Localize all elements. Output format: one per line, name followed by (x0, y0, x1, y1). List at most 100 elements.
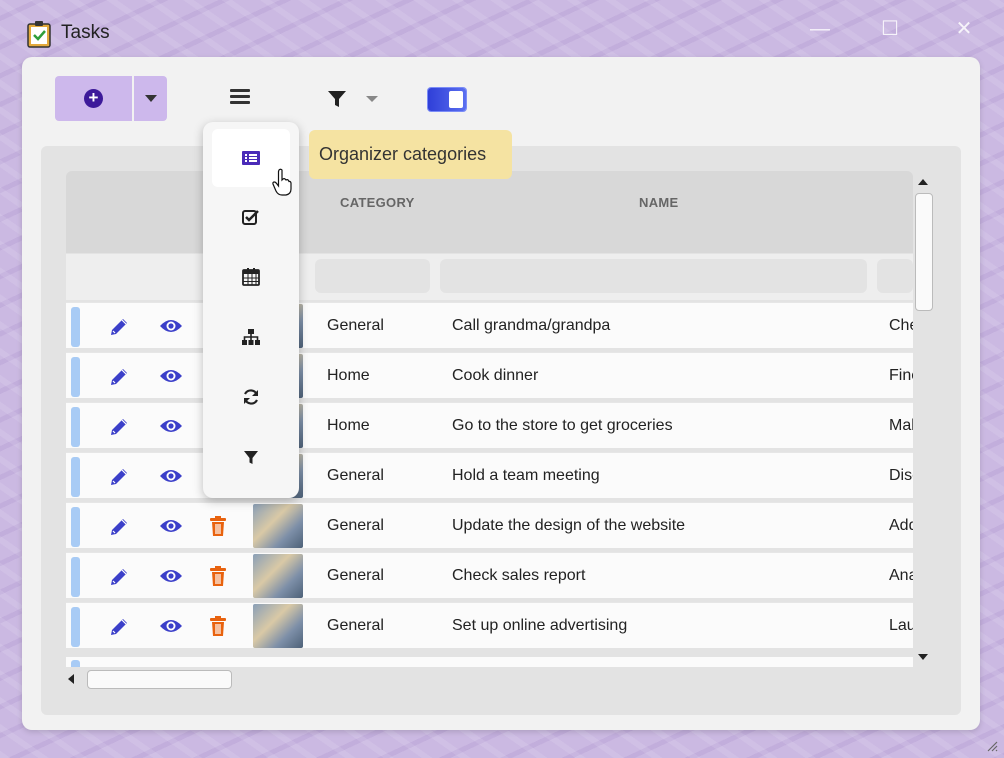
eye-icon[interactable] (159, 517, 183, 535)
filter-icon[interactable] (326, 88, 348, 110)
cell-category: General (327, 317, 384, 334)
vertical-scroll-thumb[interactable] (915, 193, 933, 311)
window-title: Tasks (61, 22, 110, 43)
view-toggle-switch[interactable] (428, 88, 466, 111)
caret-down-icon (366, 96, 378, 102)
cell-description: Fine (889, 367, 913, 384)
popup-item-calendar[interactable] (212, 248, 290, 306)
scroll-up-icon[interactable] (918, 179, 928, 185)
table-row[interactable]: General Call grandma/grandpa Che (66, 302, 913, 348)
horizontal-scrollbar[interactable] (66, 668, 913, 690)
vertical-scrollbar[interactable] (913, 171, 933, 667)
list-icon (242, 151, 260, 165)
row-stripe (71, 457, 80, 497)
caret-down-icon (144, 95, 157, 102)
view-menu-button[interactable] (228, 86, 252, 110)
tooltip: Organizer categories (309, 130, 512, 179)
popup-item-filter[interactable] (212, 428, 290, 486)
title-bar: Tasks — ☐ ✕ (0, 0, 1004, 60)
hamburger-menu-icon (230, 89, 250, 92)
clipboard-check-icon (27, 21, 51, 48)
cell-category: Home (327, 417, 370, 434)
hand-pointer-icon (272, 168, 292, 196)
popup-item-tasks[interactable] (212, 188, 290, 246)
scroll-down-icon[interactable] (918, 654, 928, 660)
cell-description: Mal (889, 417, 913, 434)
cell-name: Hold a team meeting (452, 467, 600, 484)
refresh-icon (243, 389, 259, 405)
row-stripe (71, 357, 80, 397)
cell-name: Update the design of the website (452, 517, 686, 534)
row-stripe (71, 660, 80, 667)
cell-description: Ana (889, 567, 913, 584)
table-row[interactable]: General Check sales report Ana (66, 552, 913, 598)
grid-header (66, 171, 913, 253)
filter-dropdown[interactable] (366, 96, 378, 102)
eye-icon[interactable] (159, 617, 183, 635)
cell-name: Check sales report (452, 567, 586, 584)
cell-name: Cook dinner (452, 367, 539, 384)
cell-category: General (327, 467, 384, 484)
task-thumbnail (253, 554, 303, 598)
eye-icon[interactable] (159, 417, 183, 435)
popup-item-recurring[interactable] (212, 368, 290, 426)
cell-name: Set up online advertising (452, 617, 628, 634)
row-stripe (71, 557, 80, 597)
table-row-partial (66, 657, 913, 667)
column-header-category[interactable]: CATEGORY (340, 195, 415, 210)
resize-grip-icon[interactable] (984, 738, 998, 752)
minimize-button[interactable]: — (800, 14, 840, 44)
task-thumbnail (253, 604, 303, 648)
cell-category: Home (327, 367, 370, 384)
eye-icon[interactable] (159, 567, 183, 585)
eye-icon[interactable] (159, 367, 183, 385)
pencil-icon[interactable] (108, 366, 130, 388)
cell-name: Go to the store to get groceries (452, 417, 673, 434)
add-options-dropdown[interactable] (134, 76, 167, 121)
row-stripe (71, 507, 80, 547)
description-filter-input[interactable] (877, 259, 913, 293)
table-row[interactable]: General Hold a team meeting Disc (66, 452, 913, 498)
plus-circle-icon: + (84, 89, 103, 108)
trash-icon[interactable] (209, 515, 227, 537)
cell-category: General (327, 567, 384, 584)
cell-description: Lau (889, 617, 913, 634)
cell-description: Disc (889, 467, 913, 484)
pencil-icon[interactable] (108, 616, 130, 638)
scroll-left-icon[interactable] (68, 674, 74, 684)
cell-category: General (327, 617, 384, 634)
filter-icon (244, 451, 258, 464)
eye-icon[interactable] (159, 467, 183, 485)
pencil-icon[interactable] (108, 466, 130, 488)
add-task-button[interactable]: + (55, 76, 132, 121)
cell-name: Call grandma/grandpa (452, 317, 611, 334)
cell-description: Che (889, 317, 913, 334)
pencil-icon[interactable] (108, 416, 130, 438)
trash-icon[interactable] (209, 615, 227, 637)
row-stripe (71, 307, 80, 347)
row-stripe (71, 407, 80, 447)
cell-description: Add (889, 517, 913, 534)
popup-item-hierarchy[interactable] (212, 308, 290, 366)
pencil-icon[interactable] (108, 316, 130, 338)
category-filter-input[interactable] (315, 259, 430, 293)
eye-icon[interactable] (159, 317, 183, 335)
toggle-knob (449, 91, 463, 108)
checkbox-icon (242, 210, 259, 225)
column-header-name[interactable]: NAME (639, 195, 678, 210)
cell-category: General (327, 517, 384, 534)
calendar-icon (242, 268, 260, 286)
trash-icon[interactable] (209, 565, 227, 587)
pencil-icon[interactable] (108, 516, 130, 538)
table-row[interactable]: Home Go to the store to get groceries Ma… (66, 402, 913, 448)
table-row[interactable]: General Set up online advertising Lau (66, 602, 913, 648)
table-row[interactable]: General Update the design of the website… (66, 502, 913, 548)
row-stripe (71, 607, 80, 647)
maximize-button[interactable]: ☐ (870, 14, 910, 44)
pencil-icon[interactable] (108, 566, 130, 588)
horizontal-scroll-thumb[interactable] (87, 670, 232, 689)
name-filter-input[interactable] (440, 259, 867, 293)
hierarchy-icon (242, 329, 260, 345)
close-button[interactable]: ✕ (944, 14, 984, 44)
table-row[interactable]: Home Cook dinner Fine (66, 352, 913, 398)
